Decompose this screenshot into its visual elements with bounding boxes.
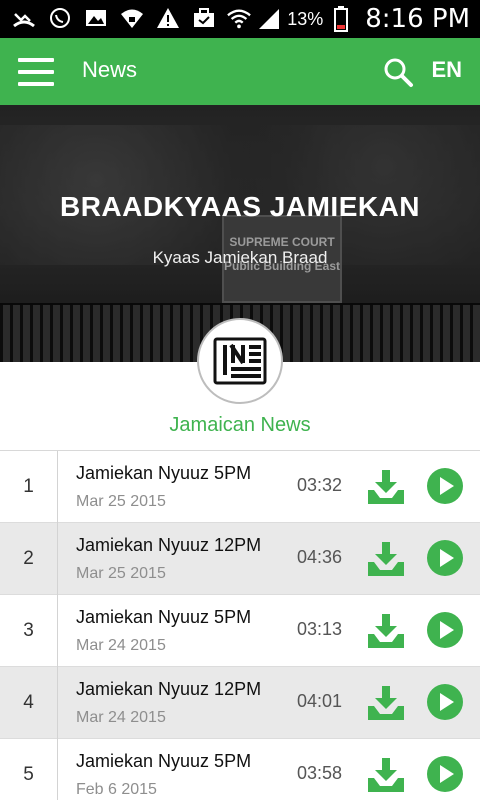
list-item[interactable]: 3 Jamiekan Nyuuz 5PM Mar 24 2015 03:13 <box>0 595 480 667</box>
newspaper-icon <box>213 337 267 385</box>
search-icon[interactable] <box>382 56 414 88</box>
page-title: News <box>82 57 138 82</box>
download-icon[interactable] <box>366 756 406 794</box>
battery-percent: 13% <box>287 8 324 29</box>
item-number: 5 <box>0 739 58 800</box>
item-duration: 03:58 <box>296 763 342 783</box>
item-date: Mar 25 2015 <box>76 565 166 582</box>
item-title: Jamiekan Nyuuz 12PM <box>76 679 262 699</box>
play-icon[interactable] <box>426 683 464 721</box>
newspaper-badge <box>197 318 283 404</box>
download-icon[interactable] <box>366 684 406 722</box>
list-item[interactable]: 2 Jamiekan Nyuuz 12PM Mar 25 2015 04:36 <box>0 523 480 595</box>
item-title: Jamiekan Nyuuz 5PM <box>76 463 252 483</box>
hero-subheadline: Kyaas Jamiekan Braad <box>152 248 328 267</box>
episode-list: 1 Jamiekan Nyuuz 5PM Mar 25 2015 03:32 2… <box>0 450 480 800</box>
item-title: Jamiekan Nyuuz 5PM <box>76 751 252 771</box>
download-icon[interactable] <box>366 612 406 650</box>
download-icon[interactable] <box>366 468 406 506</box>
hero-headline: BRAADKYAAS JAMIEKAN <box>59 191 421 222</box>
item-date: Mar 25 2015 <box>76 493 166 510</box>
wifi-lock-icon <box>120 6 144 30</box>
download-icon[interactable] <box>366 540 406 578</box>
battery-icon <box>329 6 353 32</box>
play-icon[interactable] <box>426 755 464 793</box>
status-bar: 13% 8:16 PM <box>0 0 480 38</box>
item-date: Mar 24 2015 <box>76 637 166 654</box>
item-duration: 03:13 <box>296 619 342 639</box>
briefcase-check-icon <box>192 6 216 30</box>
item-date: Mar 24 2015 <box>76 709 166 726</box>
list-item[interactable]: 1 Jamiekan Nyuuz 5PM Mar 25 2015 03:32 <box>0 451 480 523</box>
whatsapp-icon <box>48 6 72 30</box>
item-number: 4 <box>0 667 58 739</box>
app-bar: News EN <box>0 38 480 105</box>
item-title: Jamiekan Nyuuz 5PM <box>76 607 252 627</box>
language-toggle[interactable]: EN <box>431 57 462 83</box>
category-label: Jamaican News <box>169 414 311 436</box>
list-item[interactable]: 4 Jamiekan Nyuuz 12PM Mar 24 2015 04:01 <box>0 667 480 739</box>
gallery-icon <box>84 6 108 30</box>
play-icon[interactable] <box>426 611 464 649</box>
signal-icon <box>257 7 281 31</box>
clock: 8:16 PM <box>365 4 470 34</box>
list-item[interactable]: 5 Jamiekan Nyuuz 5PM Feb 6 2015 03:58 <box>0 739 480 800</box>
missed-call-icon <box>12 6 36 30</box>
wifi-icon <box>227 7 252 31</box>
item-number: 3 <box>0 595 58 667</box>
item-number: 2 <box>0 523 58 595</box>
play-icon[interactable] <box>426 539 464 577</box>
menu-icon[interactable] <box>18 58 54 86</box>
item-number: 1 <box>0 451 58 523</box>
item-date: Feb 6 2015 <box>76 781 157 798</box>
play-icon[interactable] <box>426 467 464 505</box>
item-title: Jamiekan Nyuuz 12PM <box>76 535 262 555</box>
item-duration: 04:01 <box>296 691 342 711</box>
warning-icon <box>156 6 180 30</box>
item-duration: 03:32 <box>296 475 342 495</box>
item-duration: 04:36 <box>296 547 342 567</box>
